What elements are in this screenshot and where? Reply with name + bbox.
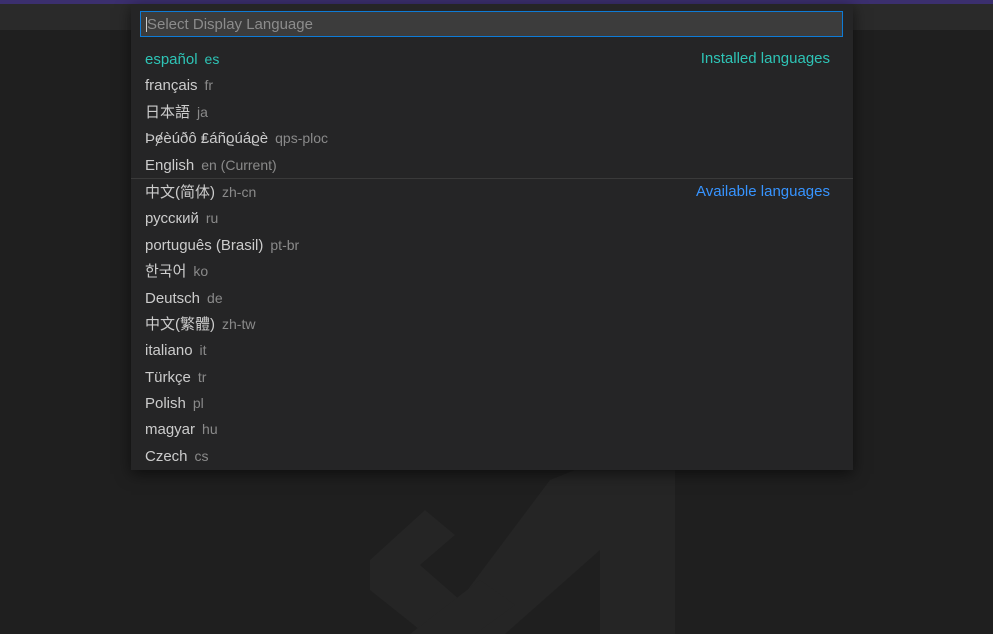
language-item-zh-cn[interactable]: 中文(简体) zh-cn Available languages <box>131 177 853 205</box>
language-item-ko[interactable]: 한국어 ko <box>131 258 853 284</box>
language-code: tr <box>197 368 207 385</box>
installed-languages-label: Installed languages <box>700 50 830 67</box>
language-name: italiano <box>145 342 193 360</box>
language-item-de[interactable]: Deutsch de <box>131 285 853 311</box>
language-item-en[interactable]: English en (Current) <box>131 152 853 178</box>
available-languages-label: Available languages <box>696 182 830 200</box>
language-code: ja <box>197 103 208 120</box>
text-caret <box>146 17 147 32</box>
language-name: 中文(繁體) <box>145 315 215 333</box>
language-name: magyar <box>145 421 196 439</box>
language-name: Deutsch <box>145 289 201 307</box>
language-code: cs <box>194 447 209 464</box>
language-name: français <box>145 77 198 95</box>
language-code: qps-ploc <box>275 130 329 147</box>
language-item-tr[interactable]: Türkçe tr <box>131 364 853 390</box>
language-name: 日本語 <box>145 103 191 121</box>
language-code: pt-br <box>270 236 300 253</box>
language-name: 中文(简体) <box>145 183 215 201</box>
language-item-pt-br[interactable]: português (Brasil) pt-br <box>131 232 853 258</box>
language-item-zh-tw[interactable]: 中文(繁體) zh-tw <box>131 311 853 337</box>
language-item-qps-ploc[interactable]: Þɇèúðô ₤áñϱúáϱè qps-ploc <box>131 125 853 151</box>
language-code: hu <box>202 421 218 438</box>
language-code: fr <box>204 77 214 94</box>
language-quick-pick: españoles Installed languages françaisfr… <box>131 4 853 470</box>
language-name: español <box>145 51 198 68</box>
language-code: ru <box>205 210 219 227</box>
language-name: português (Brasil) <box>145 236 264 254</box>
language-code: en (Current) <box>201 156 277 173</box>
language-code: it <box>199 342 207 359</box>
search-box <box>140 11 843 37</box>
language-name: Czech <box>145 447 188 465</box>
language-item-it[interactable]: italiano it <box>131 337 853 363</box>
language-code: pl <box>192 395 204 412</box>
language-item-es[interactable]: español es Installed languages <box>131 46 853 72</box>
language-name: Þɇèúðô ₤áñϱúáϱè <box>145 130 269 148</box>
language-item-ja[interactable]: 日本語 ja <box>131 99 853 125</box>
language-name: русский <box>145 210 199 228</box>
language-code: ko <box>193 263 209 280</box>
language-name: Türkçe <box>145 368 191 386</box>
language-item-fr[interactable]: français fr <box>131 72 853 98</box>
language-name: Polish <box>145 395 186 413</box>
language-code: de <box>207 289 223 306</box>
language-list: español es Installed languages français fr… <box>131 46 853 469</box>
language-code: zh-cn <box>222 183 257 200</box>
language-item-ru[interactable]: русский ru <box>131 205 853 231</box>
language-name: 한국어 <box>145 263 187 281</box>
language-code: zh-tw <box>222 315 256 332</box>
language-item-pl[interactable]: Polish pl <box>131 390 853 416</box>
language-item-cs[interactable]: Czech cs <box>131 443 853 469</box>
language-search-input[interactable] <box>140 11 843 37</box>
language-item-hu[interactable]: magyar hu <box>131 416 853 442</box>
language-code: es <box>204 51 220 67</box>
language-name: English <box>145 156 195 174</box>
